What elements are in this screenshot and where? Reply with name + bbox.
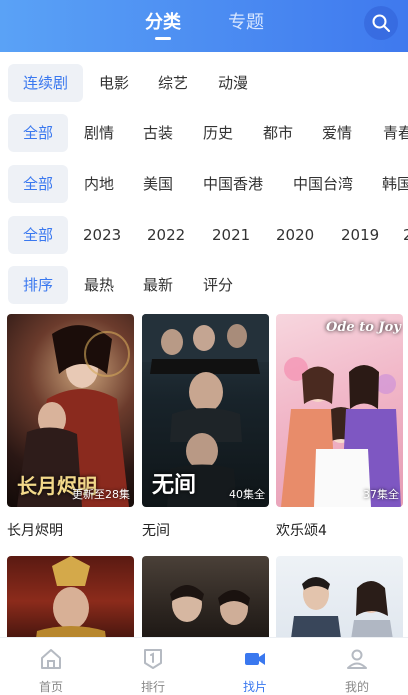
- poster-figures: [290, 577, 394, 646]
- video-icon: [245, 653, 265, 665]
- filter-row-type: 连续剧 电影 综艺 动漫: [0, 64, 408, 102]
- poster-image: [142, 556, 269, 646]
- episode-status: 更新至28集: [72, 488, 130, 501]
- chip-region-hongkong[interactable]: 中国香港: [203, 165, 263, 203]
- search-button[interactable]: [364, 6, 398, 40]
- poster-image: 无间 40集全: [142, 314, 269, 507]
- ranking-icon: [144, 649, 162, 669]
- poster-figures: [281, 357, 401, 507]
- chip-region-usa[interactable]: 美国: [143, 165, 173, 203]
- poster-figures: [35, 556, 107, 646]
- episode-status: 40集全: [229, 488, 265, 501]
- chip-year-2019[interactable]: 2019: [341, 216, 379, 254]
- poster-image: [276, 556, 403, 646]
- poster-image: 长月烬明 更新至28集: [7, 314, 134, 507]
- poster-title-art: 无间: [152, 472, 197, 498]
- nav-item-profile[interactable]: 我的: [306, 638, 408, 695]
- tab-active-indicator: [155, 37, 171, 40]
- filter-row-sort: 排序 最热 最新 评分: [0, 266, 408, 304]
- top-header: 分类 专题: [0, 0, 408, 52]
- chip-genre-drama[interactable]: 剧情: [84, 114, 114, 152]
- tab-category-label: 分类: [145, 12, 181, 33]
- chip-year-more[interactable]: 2: [403, 216, 408, 254]
- poster-image: Ode to Joy 37集全: [276, 314, 403, 507]
- nav-label: 找片: [242, 680, 267, 694]
- filter-row-genre: 全部 剧情 古装 历史 都市 爱情 青春: [0, 114, 408, 152]
- chip-year-2021[interactable]: 2021: [212, 216, 250, 254]
- chip-region-all[interactable]: 全部: [8, 165, 68, 203]
- poster-image: [7, 556, 134, 646]
- tab-category[interactable]: 分类: [145, 8, 181, 40]
- chip-genre-all[interactable]: 全部: [8, 114, 68, 152]
- nav-item-home[interactable]: 首页: [0, 638, 102, 695]
- chip-genre-romance[interactable]: 爱情: [322, 114, 352, 152]
- chip-region-taiwan[interactable]: 中国台湾: [293, 165, 353, 203]
- chip-year-2022[interactable]: 2022: [147, 216, 185, 254]
- chip-genre-youth[interactable]: 青春: [383, 114, 408, 152]
- chip-type-series[interactable]: 连续剧: [8, 64, 83, 102]
- tab-topics[interactable]: 专题: [228, 8, 264, 34]
- episode-status: 37集全: [363, 488, 399, 501]
- chip-type-movie[interactable]: 电影: [99, 64, 129, 102]
- video-title: 欢乐颂4: [276, 523, 327, 539]
- chip-genre-costume[interactable]: 古装: [143, 114, 173, 152]
- chip-region-korea[interactable]: 韩国: [382, 165, 408, 203]
- nav-label: 首页: [38, 680, 63, 694]
- chip-year-2023[interactable]: 2023: [83, 216, 121, 254]
- chip-type-variety[interactable]: 综艺: [158, 64, 188, 102]
- chip-year-all[interactable]: 全部: [8, 216, 68, 254]
- nav-item-find[interactable]: 找片: [204, 638, 306, 695]
- chip-sort-label[interactable]: 排序: [8, 266, 68, 304]
- filter-row-region: 全部 内地 美国 中国香港 中国台湾 韩国: [0, 165, 408, 203]
- chip-region-mainland[interactable]: 内地: [84, 165, 114, 203]
- bottom-nav: 首页 排行 找片 我的: [0, 637, 408, 695]
- chip-genre-urban[interactable]: 都市: [263, 114, 293, 152]
- video-title: 无间: [142, 523, 170, 539]
- chip-genre-history[interactable]: 历史: [203, 114, 233, 152]
- poster-title-art: Ode to Joy: [326, 320, 401, 335]
- nav-item-ranking[interactable]: 排行: [102, 638, 204, 695]
- search-icon: [372, 14, 390, 32]
- chip-type-anime[interactable]: 动漫: [218, 64, 248, 102]
- chip-sort-newest[interactable]: 最新: [143, 266, 173, 304]
- home-icon: [41, 649, 61, 669]
- nav-label: 排行: [140, 680, 165, 694]
- nav-label: 我的: [344, 680, 369, 694]
- chip-year-2020[interactable]: 2020: [276, 216, 314, 254]
- chip-sort-rating[interactable]: 评分: [203, 266, 233, 304]
- profile-icon: [347, 649, 367, 669]
- chip-sort-hot[interactable]: 最热: [84, 266, 114, 304]
- video-title: 长月烬明: [7, 523, 63, 539]
- filter-row-year: 全部 2023 2022 2021 2020 2019 2: [0, 216, 408, 254]
- poster-figures: [170, 585, 250, 625]
- tab-topics-label: 专题: [228, 12, 264, 33]
